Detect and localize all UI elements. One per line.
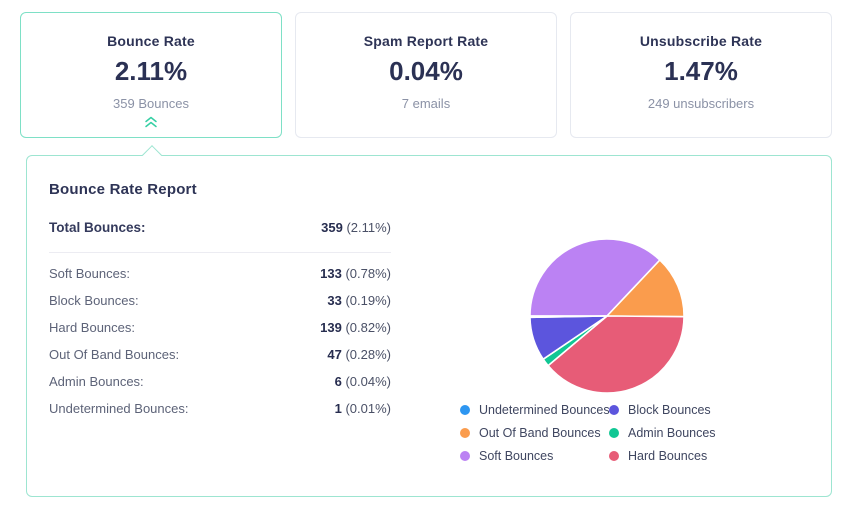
- row-value: 33 (0.19%): [327, 293, 391, 308]
- row-value: 359 (2.11%): [321, 220, 391, 235]
- row-label: Total Bounces:: [49, 220, 146, 235]
- legend-item-soft-bounces[interactable]: Soft Bounces: [460, 449, 609, 463]
- stat-title: Bounce Rate: [107, 33, 195, 49]
- table-row-hard-bounces: Hard Bounces: 139 (0.82%): [49, 314, 391, 341]
- row-label: Out Of Band Bounces:: [49, 347, 180, 362]
- table-row-admin-bounces: Admin Bounces: 6 (0.04%): [49, 368, 391, 395]
- bounce-rows: Soft Bounces: 133 (0.78%) Block Bounces:…: [49, 260, 391, 422]
- stat-title: Spam Report Rate: [363, 33, 489, 49]
- stat-subtitle: 7 emails: [401, 96, 451, 111]
- row-value: 6 (0.04%): [334, 374, 391, 389]
- stat-cards-row: Bounce Rate 2.11% 359 Bounces Spam Repor…: [20, 12, 832, 138]
- stat-value: 2.11%: [114, 56, 188, 86]
- legend-dot: [460, 428, 470, 438]
- stat-card-unsubscribe-rate[interactable]: Unsubscribe Rate 1.47% 249 unsubscribers: [570, 12, 832, 138]
- bounce-rate-report-panel: Bounce Rate Report Total Bounces: 359 (2…: [26, 145, 832, 497]
- legend-item-undetermined-bounces[interactable]: Undetermined Bounces: [460, 403, 610, 417]
- legend-dot: [609, 451, 619, 461]
- legend-item-block-bounces[interactable]: Block Bounces: [609, 403, 716, 417]
- bounce-pie-chart: [529, 238, 685, 394]
- stat-value: 0.04%: [389, 56, 463, 86]
- legend-dot: [609, 405, 619, 415]
- bounce-report-table: Total Bounces: 359 (2.11%) Soft Bounces:…: [49, 220, 391, 422]
- table-row-total: Total Bounces: 359 (2.11%): [49, 220, 391, 235]
- row-value: 1 (0.01%): [334, 401, 391, 416]
- report-title: Bounce Rate Report: [49, 181, 197, 198]
- table-row-out-of-band-bounces: Out Of Band Bounces: 47 (0.28%): [49, 341, 391, 368]
- legend-dot: [460, 451, 470, 461]
- email-stats-dashboard: Bounce Rate 2.11% 359 Bounces Spam Repor…: [0, 0, 852, 520]
- table-divider: [49, 252, 391, 253]
- row-value: 47 (0.28%): [327, 347, 391, 362]
- legend-item-admin-bounces[interactable]: Admin Bounces: [609, 426, 716, 440]
- stat-subtitle: 249 unsubscribers: [647, 96, 755, 111]
- row-label: Hard Bounces:: [49, 320, 135, 335]
- panel-pointer-notch: [142, 145, 162, 165]
- legend-item-hard-bounces[interactable]: Hard Bounces: [609, 449, 716, 463]
- table-row-block-bounces: Block Bounces: 33 (0.19%): [49, 287, 391, 314]
- row-label: Soft Bounces:: [49, 266, 130, 281]
- table-row-soft-bounces: Soft Bounces: 133 (0.78%): [49, 260, 391, 287]
- row-label: Admin Bounces:: [49, 374, 144, 389]
- stat-title: Unsubscribe Rate: [639, 33, 763, 49]
- stat-value: 1.47%: [664, 56, 738, 86]
- collapse-chevrons-up-icon[interactable]: [143, 115, 159, 129]
- row-value: 139 (0.82%): [320, 320, 391, 335]
- table-row-undetermined-bounces: Undetermined Bounces: 1 (0.01%): [49, 395, 391, 422]
- pie-legend: Undetermined Bounces Block Bounces Out O…: [460, 403, 716, 463]
- row-value: 133 (0.78%): [320, 266, 391, 281]
- stat-card-spam-report-rate[interactable]: Spam Report Rate 0.04% 7 emails: [295, 12, 557, 138]
- row-label: Block Bounces:: [49, 293, 139, 308]
- stat-subtitle: 359 Bounces: [113, 96, 189, 111]
- stat-card-bounce-rate[interactable]: Bounce Rate 2.11% 359 Bounces: [20, 12, 282, 138]
- row-label: Undetermined Bounces:: [49, 401, 189, 416]
- legend-dot: [609, 428, 619, 438]
- legend-dot: [460, 405, 470, 415]
- legend-item-out-of-band-bounces[interactable]: Out Of Band Bounces: [460, 426, 609, 440]
